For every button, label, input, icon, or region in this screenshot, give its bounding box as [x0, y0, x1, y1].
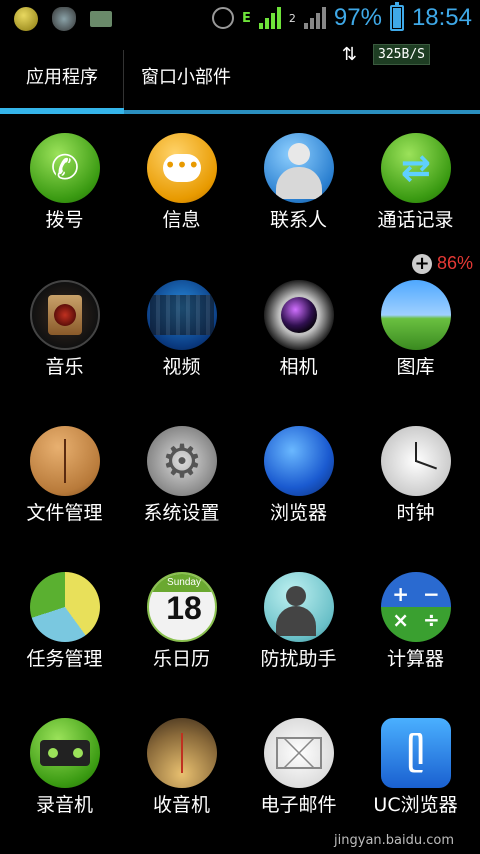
battery-percent: 97%: [333, 4, 382, 31]
app-call-blocker[interactable]: 防扰助手: [240, 572, 357, 702]
tab-selected-indicator: [0, 108, 124, 114]
data-transfer-icon: ⇅: [341, 44, 357, 65]
app-calculator[interactable]: + − × ÷ 计算器: [357, 572, 474, 702]
app-call-log[interactable]: ⇄ 通话记录: [357, 133, 474, 263]
signal-strength-sim2-icon: [303, 7, 326, 29]
envelope-folder-icon: [30, 426, 100, 496]
calendar-day: 18: [166, 590, 202, 626]
app-dialer[interactable]: ✆ 拨号: [6, 133, 123, 263]
app-label: 信息: [162, 209, 201, 231]
app-browser[interactable]: 浏览器: [240, 426, 357, 556]
app-label: 任务管理: [26, 648, 103, 670]
app-file-manager[interactable]: 文件管理: [6, 426, 123, 556]
app-label: 乐日历: [152, 648, 210, 670]
gear-icon: ⚙: [147, 426, 217, 496]
calendar-icon: Sunday 18: [147, 572, 217, 642]
app-settings[interactable]: ⚙ 系统设置: [123, 426, 240, 556]
app-messaging[interactable]: ••• 信息: [123, 133, 240, 263]
app-label: 音乐: [45, 356, 84, 378]
music-speaker-icon: [30, 280, 100, 350]
envelope-icon: [264, 718, 334, 788]
phone-icon: ✆: [30, 133, 100, 203]
qq-notification-icon: [52, 7, 76, 31]
app-calendar[interactable]: Sunday 18 乐日历: [123, 572, 240, 702]
app-label: 录音机: [35, 794, 93, 816]
clock-time: 18:54: [411, 4, 472, 31]
watermark: jingyan.baidu.com: [334, 833, 454, 848]
app-label: 计算器: [386, 648, 444, 670]
pie-chart-icon: [30, 572, 100, 642]
contact-person-icon: [264, 133, 334, 203]
app-label: 电子邮件: [260, 794, 337, 816]
sim2-badge: 2: [288, 11, 296, 25]
app-gallery[interactable]: 图库: [357, 280, 474, 410]
people-silhouette-icon: [264, 572, 334, 642]
app-label: 时钟: [396, 502, 435, 524]
signal-strength-sim1-icon: [258, 7, 281, 29]
globe-icon: [264, 426, 334, 496]
app-video[interactable]: 视频: [123, 280, 240, 410]
app-recorder[interactable]: 录音机: [6, 718, 123, 848]
app-label: 联系人: [269, 209, 327, 231]
call-log-arrows-icon: ⇄: [381, 133, 451, 203]
tab-widgets[interactable]: 窗口小部件: [124, 38, 248, 114]
battery-icon: [389, 2, 404, 31]
app-email[interactable]: 电子邮件: [240, 718, 357, 848]
app-contacts[interactable]: 联系人: [240, 133, 357, 263]
camera-lens-icon: [264, 280, 334, 350]
calculator-icon: + − × ÷: [381, 572, 451, 642]
app-label: 防扰助手: [260, 648, 337, 670]
app-uc-browser[interactable]: ᥫ UC浏览器: [357, 718, 474, 848]
sd-card-icon: [90, 11, 112, 27]
network-speed-readout: 325B/S: [373, 44, 430, 65]
app-label: UC浏览器: [373, 794, 458, 816]
app-label: 拨号: [45, 209, 84, 231]
tab-apps[interactable]: 应用程序: [0, 38, 124, 114]
app-task-manager[interactable]: 任务管理: [6, 572, 123, 702]
app-label: 通话记录: [377, 209, 454, 231]
film-strip-icon: [147, 280, 217, 350]
app-label: 文件管理: [26, 502, 103, 524]
status-bar[interactable]: E 2 97% 18:54: [0, 0, 480, 38]
message-bubble-icon: •••: [147, 133, 217, 203]
uc-squirrel-icon: ᥫ: [381, 718, 451, 788]
app-label: 相机: [279, 356, 318, 378]
app-music[interactable]: 音乐: [6, 280, 123, 410]
app-radio[interactable]: 收音机: [123, 718, 240, 848]
clock-face-icon: [381, 426, 451, 496]
cassette-tape-icon: [30, 718, 100, 788]
app-label: 视频: [162, 356, 201, 378]
network-type-label: E: [242, 10, 251, 26]
battery-fill: [392, 8, 401, 28]
notification-app-icon: [14, 7, 38, 31]
app-label: 图库: [396, 356, 435, 378]
alarm-icon: [212, 7, 234, 29]
app-label: 收音机: [152, 794, 210, 816]
radio-dial-icon: [147, 718, 217, 788]
landscape-photo-icon: [381, 280, 451, 350]
drawer-tab-bar: 应用程序 窗口小部件 ⇅ 325B/S: [0, 38, 480, 116]
app-label: 浏览器: [269, 502, 327, 524]
app-camera[interactable]: 相机: [240, 280, 357, 410]
app-label: 系统设置: [143, 502, 220, 524]
app-clock[interactable]: 时钟: [357, 426, 474, 556]
